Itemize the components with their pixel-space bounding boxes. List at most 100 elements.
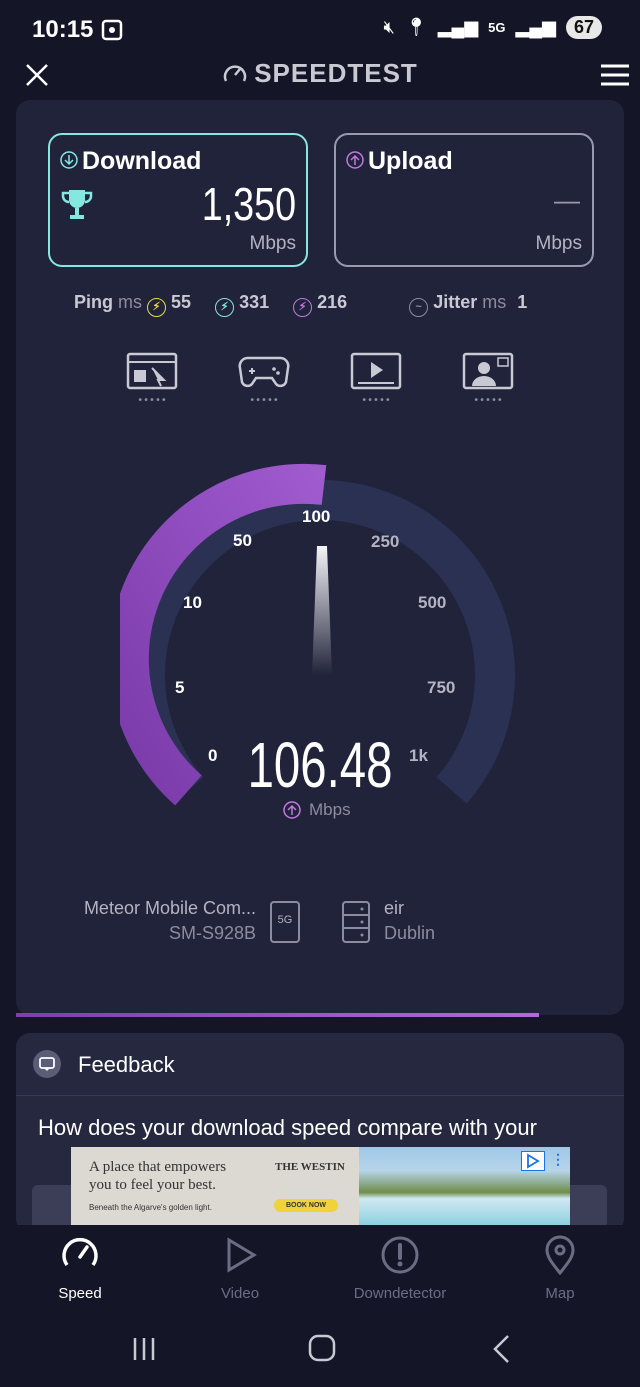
ping-upload-value: 216 [317,292,348,312]
system-nav-bar [0,1320,640,1387]
ad-text-panel: A place that empowers you to feel your b… [71,1147,359,1225]
gauge-needle [312,546,332,675]
web-browsing-icon[interactable]: ••••• [126,352,178,409]
upload-box[interactable]: Upload — Mbps [334,133,594,267]
status-icons: 🔇︎ 📍︎ ▂▄▆ 5G ▂▄▆ 67 [384,16,602,39]
upload-unit: Mbps [535,233,582,254]
speedtest-logo-icon [223,65,247,82]
gaming-icon[interactable]: ••••• [238,352,290,409]
menu-icon[interactable] [600,64,630,91]
app-title-text: SPEEDTEST [254,58,418,88]
ping-download-icon: ⚡︎ [215,298,235,317]
ping-idle-icon: ⚡︎ [147,298,167,317]
app-title: SPEEDTEST [0,58,640,89]
map-pin-tab-icon [545,1235,575,1276]
ping-upload-icon: ⚡︎ [293,298,313,317]
video-tab-icon [227,1237,257,1273]
tab-downdetector[interactable]: Downdetector [320,1235,480,1302]
svg-text:•••••: ••••• [473,395,503,404]
current-speed-value: 106.48 [247,729,393,801]
upload-value: — [554,185,580,215]
downdetector-tab-icon [381,1236,419,1274]
network-5g-icon: 5G [270,901,300,943]
video-call-icon[interactable]: ••••• [462,352,514,409]
gauge-tick-50: 50 [233,531,252,550]
ad-line-3: Beneath the Algarve's golden light. [89,1203,212,1212]
tab-video[interactable]: Video [160,1235,320,1302]
feedback-question: How does your download speed compare wit… [38,1115,537,1140]
jitter-value: 1 [517,292,528,312]
gauge-tick-100: 100 [302,507,331,526]
svg-text:•••••: ••••• [137,395,167,404]
jitter-unit: ms [482,292,507,312]
ad-brand: THE WESTIN [275,1161,345,1173]
tab-speed[interactable]: Speed [0,1235,160,1302]
ping-download-value: 331 [239,292,270,312]
home-icon[interactable] [308,1334,336,1367]
upload-label: Upload [368,147,453,175]
gauge-tick-1k: 1k [409,746,428,765]
trophy-icon [60,187,94,228]
server-name[interactable]: eir [384,898,404,919]
tab-map[interactable]: Map [480,1235,640,1302]
ad-banner[interactable]: A place that empowers you to feel your b… [71,1147,570,1225]
download-label: Download [82,147,202,175]
tab-downdetector-label: Downdetector [353,1285,447,1302]
feedback-divider [16,1095,624,1096]
screenshot-icon [100,18,124,47]
jitter-label: Jitter [433,292,478,312]
back-icon[interactable] [490,1334,512,1369]
network-badge-label: 5G [277,914,293,926]
gauge-tick-750: 750 [427,678,456,697]
tab-map-label: Map [545,1285,575,1302]
jitter-group: ~ Jitter ms 1 [409,292,527,317]
gauge-tick-0: 0 [208,746,218,765]
tab-speed-label: Speed [58,1285,102,1302]
video-streaming-icon[interactable]: ••••• [350,352,402,409]
current-speed-unit-row: Mbps [283,800,351,820]
ping-idle-value: 55 [171,292,192,312]
battery-indicator: 67 [565,16,602,39]
download-unit: Mbps [249,233,296,254]
status-time: 10:15 [32,16,94,43]
gauge-tick-500: 500 [418,593,447,612]
ping-download-group: ⚡︎ 331 [215,292,269,317]
recent-apps-icon[interactable] [132,1336,156,1367]
test-progress-bar [16,1013,539,1017]
current-speed-unit: Mbps [309,800,351,819]
gauge-tick-5: 5 [175,678,185,697]
upload-arrow-icon [346,151,364,174]
server-location: Dublin [384,923,436,943]
ping-unit: ms [118,292,143,312]
download-box[interactable]: Download 1,350 Mbps [48,133,308,267]
ping-group: Ping ms ⚡︎ 55 [74,292,191,317]
upload-progress-icon [283,801,301,819]
ad-line-1: A place that empowers [89,1159,227,1175]
ad-cta-button[interactable]: BOOK NOW [274,1199,338,1212]
jitter-icon: ~ [409,298,429,317]
ping-label: Ping [74,292,113,312]
svg-text:•••••: ••••• [361,395,391,404]
ad-more-icon[interactable]: ⋮ [551,1151,565,1168]
ad-line-2: you to feel your best. [89,1177,217,1193]
tab-video-label: Video [220,1285,260,1302]
status-bar: 10:15 🔇︎ 📍︎ ▂▄▆ 5G ▂▄▆ 67 [0,0,640,60]
location-icon: 📍︎ [404,17,428,37]
gauge-tick-10: 10 [183,593,202,612]
feedback-chat-icon [32,1049,62,1084]
ping-upload-group: ⚡︎ 216 [293,292,347,317]
feedback-title: Feedback [78,1052,175,1077]
metrics-row: Ping ms ⚡︎ 55 ⚡︎ 331 ⚡︎ 216 ~ Jitter ms … [74,292,527,317]
signal-icon: ▂▄▆ [437,17,479,37]
download-value: 1,350 [201,178,296,230]
signal-icon-2: ▂▄▆ [515,17,556,37]
server-icon [342,901,370,948]
gauge-tick-250: 250 [371,532,400,551]
provider-name[interactable]: Meteor Mobile Com... [16,898,256,919]
ad-choices-icon[interactable] [521,1151,545,1171]
mute-icon: 🔇︎ [383,17,395,37]
network-type-icon: 5G [488,20,506,35]
device-model: SM-S928B [168,923,256,943]
download-arrow-icon [60,151,78,174]
speed-tab-icon [62,1237,98,1267]
